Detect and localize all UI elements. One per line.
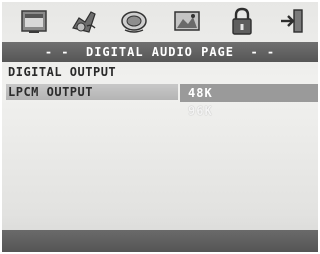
exit-icon[interactable]	[277, 6, 307, 36]
option-96k[interactable]: 96K	[188, 103, 213, 119]
dolby-setup-icon[interactable]	[119, 6, 149, 36]
setup-icon-bar	[2, 2, 318, 42]
page-title: - - DIGITAL AUDIO PAGE - -	[44, 45, 276, 59]
page-title-bar: - - DIGITAL AUDIO PAGE - -	[2, 42, 318, 62]
status-bar	[2, 230, 318, 252]
audio-setup-icon[interactable]	[69, 6, 99, 36]
video-setup-icon[interactable]	[172, 6, 202, 36]
menu-item-digital-output[interactable]: DIGITAL OUTPUT	[8, 64, 116, 80]
lock-icon[interactable]	[227, 6, 257, 36]
option-48k[interactable]: 48K	[188, 85, 213, 101]
menu-item-lpcm-output[interactable]: LPCM OUTPUT	[6, 84, 178, 100]
setup-menu-screen: - - DIGITAL AUDIO PAGE - - DIGITAL OUTPU…	[2, 2, 318, 252]
general-setup-icon[interactable]	[19, 6, 49, 36]
